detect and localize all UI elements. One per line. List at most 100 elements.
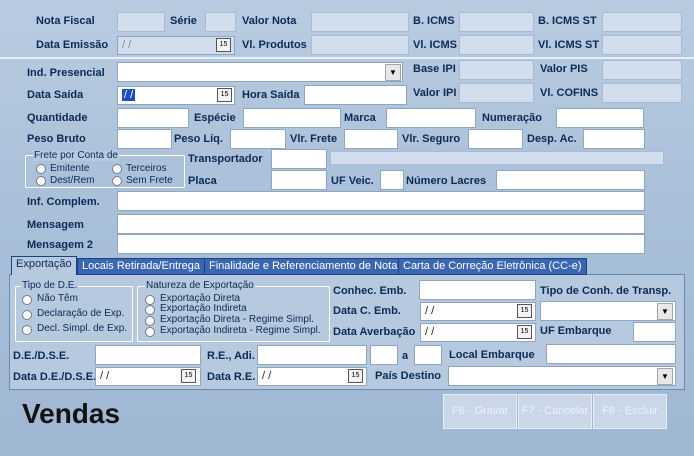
mensagem2-field[interactable] <box>117 234 645 254</box>
natureza-direta-simpl-radio[interactable] <box>145 316 155 326</box>
chevron-down-icon[interactable]: ▼ <box>657 368 673 385</box>
tipo-de-declaracao-label: Declaração de Exp. <box>37 308 125 319</box>
especie-label: Espécie <box>194 112 236 124</box>
calendar-icon[interactable]: 15 <box>517 325 532 339</box>
calendar-icon[interactable]: 15 <box>181 369 196 383</box>
peso-liq-label: Peso Líq. <box>174 133 223 145</box>
tipo-de-nao-tem-radio[interactable] <box>22 295 32 305</box>
frete-destrem-label: Dest/Rem <box>50 175 95 186</box>
frete-semfrete-radio[interactable] <box>112 176 122 186</box>
natureza-indireta-radio[interactable] <box>145 305 155 315</box>
natureza-indireta-simpl-radio[interactable] <box>145 327 155 337</box>
b-icms-st-field[interactable] <box>602 12 682 32</box>
tab-locais-retirada[interactable]: Locais Retirada/Entrega <box>77 258 206 275</box>
tab-carta-correcao[interactable]: Carta de Correção Eletrônica (CC-e) <box>398 258 587 275</box>
natureza-indireta-label: Exportação Indireta <box>160 303 247 314</box>
marca-field[interactable] <box>386 108 476 128</box>
valor-ipi-label: Valor IPI <box>413 87 457 99</box>
especie-field[interactable] <box>243 108 341 128</box>
vl-icms-label: Vl. ICMS <box>413 39 458 51</box>
vl-cofins-label: Vl. COFINS <box>540 87 599 99</box>
b-icms-st-label: B. ICMS ST <box>538 15 597 27</box>
transportador-field[interactable] <box>271 149 327 169</box>
tab-exportacao[interactable]: Exportação <box>11 256 77 275</box>
tipo-de-simpl-label: Decl. Simpl. de Exp. <box>37 323 128 334</box>
vlr-frete-label: Vlr. Frete <box>290 133 338 145</box>
vlr-frete-field[interactable] <box>344 129 398 149</box>
serie-field[interactable] <box>205 12 236 32</box>
valor-pis-label: Valor PIS <box>540 63 588 75</box>
local-embarque-field[interactable] <box>546 344 676 364</box>
transportador-name-field[interactable] <box>330 151 664 165</box>
delete-button[interactable]: F8 - Excluir <box>593 394 667 429</box>
vl-cofins-field[interactable] <box>602 83 682 103</box>
conhec-emb-field[interactable] <box>419 280 536 300</box>
vl-icms-field[interactable] <box>459 35 534 55</box>
re-adi-from-field[interactable] <box>370 345 398 365</box>
chevron-down-icon[interactable]: ▼ <box>657 303 673 320</box>
b-icms-field[interactable] <box>459 12 534 32</box>
data-saida-label: Data Saída <box>27 89 84 101</box>
tipo-conh-select[interactable] <box>540 301 676 321</box>
chevron-down-icon[interactable]: ▼ <box>385 64 401 81</box>
b-icms-label: B. ICMS <box>413 15 455 27</box>
ind-presencial-select[interactable] <box>117 62 403 82</box>
vl-produtos-label: Vl. Produtos <box>242 39 307 51</box>
frete-destrem-radio[interactable] <box>36 176 46 186</box>
quantidade-field[interactable] <box>117 108 189 128</box>
serie-label: Série <box>170 15 197 27</box>
mensagem2-label: Mensagem 2 <box>27 239 94 251</box>
calendar-icon[interactable]: 15 <box>517 304 532 318</box>
hora-saida-label: Hora Saída <box>242 89 300 101</box>
de-dse-label: D.E./D.S.E. <box>13 350 70 362</box>
peso-liq-field[interactable] <box>230 129 286 149</box>
de-dse-field[interactable] <box>95 345 201 365</box>
numeracao-field[interactable] <box>556 108 644 128</box>
base-ipi-field[interactable] <box>459 60 534 80</box>
numero-lacres-field[interactable] <box>496 170 645 190</box>
vl-produtos-field[interactable] <box>311 35 409 55</box>
valor-nota-field[interactable] <box>311 12 409 32</box>
tipo-de-simpl-radio[interactable] <box>22 325 32 335</box>
peso-bruto-field[interactable] <box>117 129 172 149</box>
inf-complem-field[interactable] <box>117 191 645 211</box>
re-adi-to-field[interactable] <box>414 345 442 365</box>
data-emissao-label: Data Emissão <box>36 39 109 51</box>
data-saida-value: / / <box>122 89 136 101</box>
tipo-de-declaracao-radio[interactable] <box>22 310 32 320</box>
re-adi-field[interactable] <box>257 345 367 365</box>
base-ipi-label: Base IPI <box>413 63 456 75</box>
frete-emitente-label: Emitente <box>50 163 90 174</box>
save-button[interactable]: F6 - Gravar <box>443 394 517 429</box>
data-averbacao-label: Data Averbação <box>333 326 416 338</box>
ind-presencial-label: Ind. Presencial <box>27 67 105 79</box>
hora-saida-field[interactable] <box>304 85 407 105</box>
placa-field[interactable] <box>271 170 327 190</box>
natureza-direta-radio[interactable] <box>145 295 155 305</box>
uf-veic-field[interactable] <box>380 170 404 190</box>
uf-embarque-field[interactable] <box>633 322 676 342</box>
mensagem-field[interactable] <box>117 214 645 234</box>
vlr-seguro-field[interactable] <box>468 129 523 149</box>
vl-icms-st-field[interactable] <box>602 35 682 55</box>
cancel-button[interactable]: F7 - Cancelar <box>518 394 592 429</box>
valor-ipi-field[interactable] <box>459 83 534 103</box>
header-divider <box>0 57 694 59</box>
pais-destino-select[interactable] <box>448 366 676 386</box>
frete-semfrete-label: Sem Frete <box>126 175 173 186</box>
frete-terceiros-radio[interactable] <box>112 164 122 174</box>
valor-pis-field[interactable] <box>602 60 682 80</box>
nota-fiscal-field[interactable] <box>117 12 165 32</box>
tab-finalidade[interactable]: Finalidade e Referenciamento de Nota <box>204 258 403 275</box>
calendar-icon[interactable]: 15 <box>217 88 232 102</box>
calendar-icon[interactable]: 15 <box>216 38 231 52</box>
desp-ac-label: Desp. Ac. <box>527 133 577 145</box>
frete-emitente-radio[interactable] <box>36 164 46 174</box>
page-title: Vendas <box>22 398 121 429</box>
numero-lacres-label: Número Lacres <box>406 175 487 187</box>
calendar-icon[interactable]: 15 <box>348 369 363 383</box>
natureza-direta-simpl-label: Exportação Direta - Regime Simpl. <box>160 314 314 325</box>
peso-bruto-label: Peso Bruto <box>27 133 86 145</box>
tipo-de-title: Tipo de D.E. <box>21 280 79 291</box>
desp-ac-field[interactable] <box>583 129 645 149</box>
